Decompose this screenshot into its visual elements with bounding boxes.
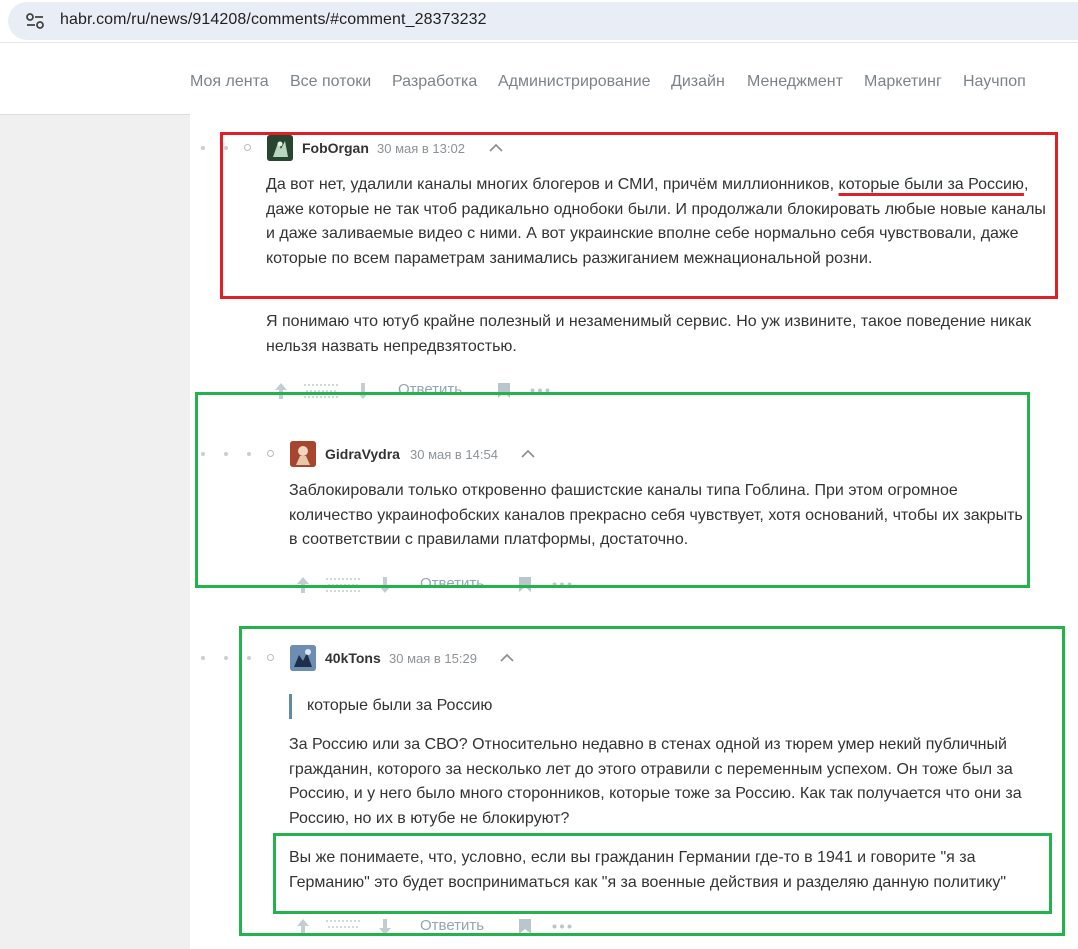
habr-nav: Моя лента Все потоки Разработка Админист… (0, 42, 1078, 115)
nav-item-administration[interactable]: Администрирование (498, 73, 651, 91)
nav-item-management[interactable]: Менеджмент (747, 73, 843, 91)
address-bar[interactable]: habr.com/ru/news/914208/comments/#commen… (8, 2, 1078, 40)
thread-dot (201, 656, 205, 660)
thread-dot (201, 146, 205, 150)
highlight-box-green (195, 392, 1030, 588)
site-settings-icon[interactable] (26, 13, 44, 29)
nav-item-design[interactable]: Дизайн (671, 73, 725, 91)
highlight-box-green (273, 833, 1052, 914)
comment-text: Я понимаю что ютуб крайне полезный и нез… (266, 313, 1032, 355)
url-text[interactable]: habr.com/ru/news/914208/comments/#commen… (60, 11, 487, 29)
nav-item-popsci[interactable]: Научпоп (963, 73, 1026, 91)
nav-item-my-feed[interactable]: Моя лента (190, 73, 269, 91)
thread-dot (224, 656, 228, 660)
nav-item-all-streams[interactable]: Все потоки (290, 73, 371, 91)
nav-item-development[interactable]: Разработка (392, 73, 477, 91)
nav-item-marketing[interactable]: Маркетинг (864, 73, 942, 91)
highlight-box-red (220, 132, 1058, 299)
browser-toolbar: habr.com/ru/news/914208/comments/#commen… (0, 0, 1078, 42)
